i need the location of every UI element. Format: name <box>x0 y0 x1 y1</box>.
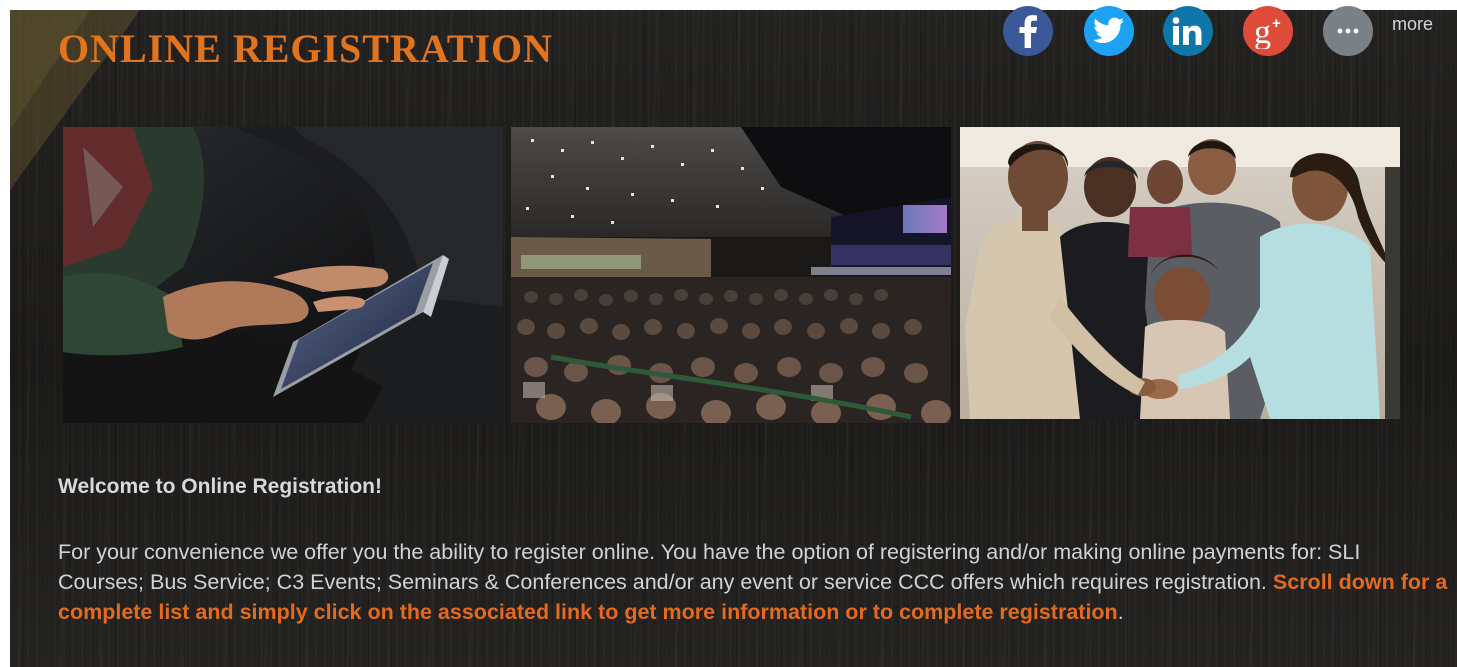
page-title: ONLINE REGISTRATION <box>58 26 554 71</box>
page: ONLINE REGISTRATION g + more Welcome to … <box>0 0 1457 667</box>
welcome-heading: Welcome to Online Registration! <box>58 475 382 498</box>
intro-text: For your convenience we offer you the ab… <box>58 540 1361 594</box>
svg-text:+: + <box>1272 15 1281 32</box>
google-plus-icon: g + <box>1250 13 1286 49</box>
google-plus-share-button[interactable]: g + <box>1243 6 1293 56</box>
paragraph-end: . <box>1117 600 1124 624</box>
svg-text:g: g <box>1254 14 1271 49</box>
tablet-photo <box>63 127 503 423</box>
facebook-share-button[interactable] <box>1003 6 1053 56</box>
left-border <box>0 0 10 667</box>
more-share-button[interactable] <box>1323 6 1373 56</box>
linkedin-icon <box>1171 16 1205 46</box>
social-share-bar: g + more <box>1000 6 1457 58</box>
more-share-link[interactable]: more <box>1392 14 1433 35</box>
twitter-share-button[interactable] <box>1084 6 1134 56</box>
auditorium-photo <box>511 127 951 423</box>
fellowship-photo <box>960 127 1400 419</box>
twitter-icon <box>1093 17 1125 45</box>
ellipsis-icon <box>1336 27 1360 35</box>
facebook-icon <box>1017 14 1039 48</box>
linkedin-share-button[interactable] <box>1163 6 1213 56</box>
intro-paragraph: For your convenience we offer you the ab… <box>58 537 1448 627</box>
